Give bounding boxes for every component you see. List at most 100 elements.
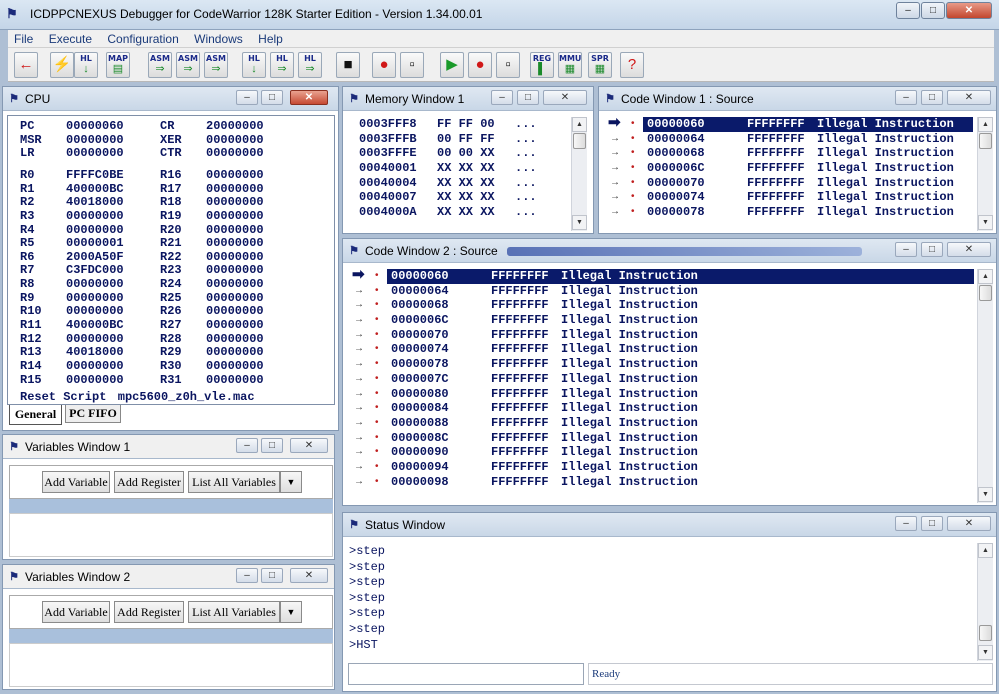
asm-step-button[interactable]: ASM ⇒ [148, 52, 172, 78]
register-value[interactable]: 400000BC [66, 318, 124, 332]
status-minimize-button[interactable]: – [895, 516, 917, 531]
register-value[interactable]: 00000000 [66, 133, 124, 147]
register-value[interactable]: 00000000 [206, 195, 264, 209]
code-row[interactable]: → • 0000007C FFFFFFFF Illegal Instruction [349, 372, 974, 387]
code-row[interactable]: → • 00000078 FFFFFFFF Illegal Instruction [349, 357, 974, 372]
code-row[interactable]: → • 00000068 FFFFFFFF Illegal Instruction [349, 298, 974, 313]
code-row[interactable]: → • 00000084 FFFFFFFF Illegal Instruction [349, 401, 974, 416]
breakpoint-dot-icon[interactable]: • [375, 269, 379, 284]
register-value[interactable]: 00000000 [206, 291, 264, 305]
code-2-maximize-button[interactable]: □ [921, 242, 943, 257]
register-value[interactable]: 00000000 [206, 318, 264, 332]
code-row[interactable]: → • 00000070 FFFFFFFF Illegal Instruction [605, 176, 973, 191]
asm-run-button[interactable]: ASM ⇒ [204, 52, 228, 78]
register-value[interactable]: 00000000 [206, 332, 264, 346]
code-2-scrollbar[interactable]: ▲ ▼ [977, 269, 993, 503]
register-value[interactable]: 00000000 [206, 373, 264, 387]
menu-configuration[interactable]: Configuration [101, 30, 184, 48]
code-1-maximize-button[interactable]: □ [921, 90, 943, 105]
register-value[interactable]: 00000000 [66, 359, 124, 373]
memory-scrollbar[interactable]: ▲ ▼ [571, 117, 587, 231]
code-row[interactable]: → • 00000094 FFFFFFFF Illegal Instruction [349, 460, 974, 475]
breakpoint-dot-icon[interactable]: • [631, 132, 635, 147]
register-value[interactable]: 00000000 [206, 146, 264, 160]
code-2-minimize-button[interactable]: – [895, 242, 917, 257]
scroll-thumb[interactable] [573, 133, 586, 149]
map-button[interactable]: MAP ▤ [106, 52, 130, 78]
memory-minimize-button[interactable]: – [491, 90, 513, 105]
code-row[interactable]: → • 0000008C FFFFFFFF Illegal Instruction [349, 431, 974, 446]
code-row[interactable]: → • 0000006C FFFFFFFF Illegal Instruction [605, 161, 973, 176]
variables-1-minimize-button[interactable]: – [236, 438, 258, 453]
breakpoint-dot-icon[interactable]: • [631, 146, 635, 161]
stop-button[interactable]: ■ [336, 52, 360, 78]
status-maximize-button[interactable]: □ [921, 516, 943, 531]
code-row[interactable]: → • 00000090 FFFFFFFF Illegal Instruction [349, 445, 974, 460]
register-value[interactable]: 00000000 [66, 209, 124, 223]
code-row[interactable]: ➡ • 00000060 FFFFFFFF Illegal Instruction [349, 267, 974, 284]
menu-help[interactable]: Help [252, 30, 289, 48]
breakpoint-dot-icon[interactable]: • [631, 190, 635, 205]
breakpoint-dot-icon[interactable]: • [631, 205, 635, 220]
memory-maximize-button[interactable]: □ [517, 90, 539, 105]
status-scrollbar[interactable]: ▲ ▼ [977, 543, 993, 661]
variables-1-maximize-button[interactable]: □ [261, 438, 283, 453]
register-value[interactable]: 00000000 [206, 182, 264, 196]
hl-load-button[interactable]: HL ↓ [74, 52, 98, 78]
register-value[interactable]: 00000000 [66, 223, 124, 237]
back-arrow-button[interactable]: ← [14, 52, 38, 78]
clear-breakpoint-button[interactable]: ▫ [400, 52, 424, 78]
scroll-thumb[interactable] [979, 285, 992, 301]
variables-2-maximize-button[interactable]: □ [261, 568, 283, 583]
memory-bytes[interactable]: FF FF 00 [437, 117, 495, 131]
register-value[interactable]: 00000000 [66, 146, 124, 160]
breakpoint-dot-icon[interactable]: • [375, 475, 379, 490]
register-value[interactable]: FFFFC0BE [66, 168, 124, 182]
scroll-thumb[interactable] [979, 133, 992, 149]
scroll-down-arrow-icon[interactable]: ▼ [978, 487, 993, 502]
breakpoint-dot-icon[interactable]: • [375, 416, 379, 431]
memory-bytes[interactable]: XX XX XX [437, 190, 495, 204]
register-value[interactable]: 00000001 [66, 236, 124, 250]
reset-button[interactable]: ⚡ [50, 52, 74, 78]
hl-source-step-button[interactable]: HL ↓ [242, 52, 266, 78]
scroll-down-arrow-icon[interactable]: ▼ [572, 215, 587, 230]
breakpoint-dot-icon[interactable]: • [375, 387, 379, 402]
memory-bytes[interactable]: XX XX XX [437, 205, 495, 219]
register-value[interactable]: 00000000 [66, 373, 124, 387]
tab-pc-fifo[interactable]: PC FIFO [65, 405, 121, 423]
asm-step-over-button[interactable]: ASM ⇒ [176, 52, 200, 78]
scroll-up-arrow-icon[interactable]: ▲ [572, 117, 587, 132]
register-value[interactable]: 00000000 [66, 332, 124, 346]
register-value[interactable]: 20000000 [206, 119, 264, 133]
register-value[interactable]: C3FDC000 [66, 263, 124, 277]
register-value[interactable]: 00000000 [206, 277, 264, 291]
breakpoint-dot-icon[interactable]: • [375, 284, 379, 299]
code-row[interactable]: → • 00000074 FFFFFFFF Illegal Instruction [605, 190, 973, 205]
register-value[interactable]: 00000000 [206, 168, 264, 182]
add-variable-button[interactable]: Add Variable [42, 471, 110, 493]
minimize-button[interactable]: – [896, 2, 920, 19]
register-value[interactable]: 00000060 [66, 119, 124, 133]
breakpoint-dot-icon[interactable]: • [631, 176, 635, 191]
memory-bytes[interactable]: 00 00 XX [437, 146, 495, 160]
memory-close-button[interactable]: ✕ [543, 90, 587, 105]
list-all-variables-dropdown[interactable]: List All Variables [188, 471, 280, 493]
code-1-close-button[interactable]: ✕ [947, 90, 991, 105]
command-input[interactable] [348, 663, 584, 685]
variables-2-list[interactable] [9, 643, 333, 687]
register-value[interactable]: 2000A50F [66, 250, 124, 264]
breakpoint-dot-icon[interactable]: • [375, 445, 379, 460]
menu-windows[interactable]: Windows [188, 30, 249, 48]
code-row[interactable]: → • 00000078 FFFFFFFF Illegal Instruction [605, 205, 973, 220]
register-value[interactable]: 00000000 [206, 304, 264, 318]
add-register-button[interactable]: Add Register [114, 601, 184, 623]
breakpoint-dot-icon[interactable]: • [375, 460, 379, 475]
scroll-down-arrow-icon[interactable]: ▼ [978, 215, 993, 230]
memory-bytes[interactable]: XX XX XX [437, 161, 495, 175]
code-row[interactable]: → • 00000074 FFFFFFFF Illegal Instruction [349, 342, 974, 357]
run-to-breakpoint-button[interactable]: ● [468, 52, 492, 78]
memory-bytes[interactable]: XX XX XX [437, 176, 495, 190]
breakpoint-dot-icon[interactable]: • [375, 328, 379, 343]
register-value[interactable]: 00000000 [206, 345, 264, 359]
